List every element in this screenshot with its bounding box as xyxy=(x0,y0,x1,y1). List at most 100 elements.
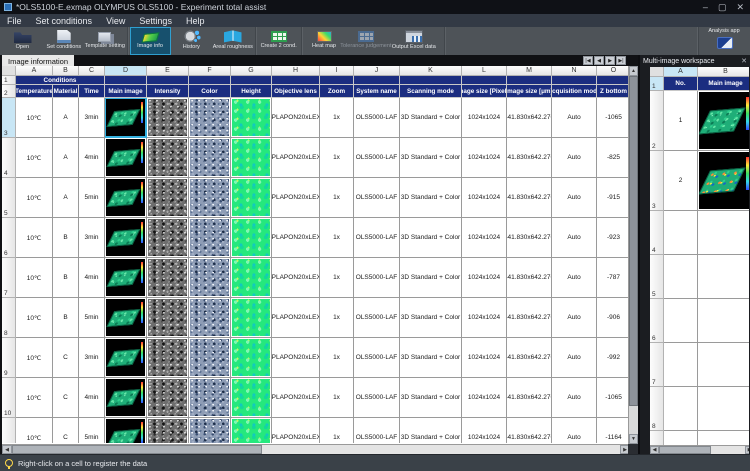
cell-height-thumbnail[interactable] xyxy=(231,378,272,418)
nav-first-button[interactable]: |◀ xyxy=(583,56,593,65)
ws-empty-cell[interactable] xyxy=(664,299,698,343)
ws-empty-cell[interactable] xyxy=(664,343,698,387)
ws-scroll-right-icon[interactable]: ▶ xyxy=(745,446,749,454)
cell-height-thumbnail[interactable] xyxy=(231,218,272,258)
cell-height-thumbnail[interactable] xyxy=(231,258,272,298)
cell-system-name[interactable]: OLS5000-LAF xyxy=(354,418,400,443)
cell-material[interactable]: C xyxy=(53,418,79,443)
cell-height-thumbnail[interactable] xyxy=(231,178,272,218)
horizontal-scroll-thumb[interactable] xyxy=(12,445,262,454)
cell-acquisition-mode[interactable]: Auto xyxy=(552,418,597,443)
row-header-1[interactable]: 1 xyxy=(2,76,16,85)
cell-scanning-mode[interactable]: 3D Standard + Color xyxy=(400,218,462,258)
cell-material[interactable]: B xyxy=(53,298,79,338)
cell-scanning-mode[interactable]: 3D Standard + Color xyxy=(400,298,462,338)
cell-height-thumbnail[interactable] xyxy=(231,338,272,378)
cell-temperature[interactable]: 10℃ xyxy=(16,98,53,138)
select-all-corner[interactable] xyxy=(2,66,16,76)
ws-row-header-6[interactable]: 6 xyxy=(650,299,664,343)
cell-z-bottom[interactable]: -992 xyxy=(597,338,631,378)
column-letter-I[interactable]: I xyxy=(320,66,354,76)
cell-intensity-thumbnail[interactable] xyxy=(147,338,189,378)
cell-intensity-thumbnail[interactable] xyxy=(147,98,189,138)
cell-scanning-mode[interactable]: 3D Standard + Color xyxy=(400,178,462,218)
cell-color-thumbnail[interactable] xyxy=(189,178,231,218)
cell-temperature[interactable]: 10℃ xyxy=(16,178,53,218)
menu-help[interactable]: Help xyxy=(179,14,212,27)
column-letter-O[interactable]: O xyxy=(597,66,631,76)
ws-empty-cell[interactable] xyxy=(698,211,749,255)
ws-row-header-8[interactable]: 8 xyxy=(650,387,664,431)
row-header-10[interactable]: 10 xyxy=(2,378,16,418)
cell-time[interactable]: 4min xyxy=(79,258,105,298)
cell-material[interactable]: C xyxy=(53,378,79,418)
cell-scanning-mode[interactable]: 3D Standard + Color xyxy=(400,138,462,178)
cell-main-image-thumbnail[interactable] xyxy=(105,178,147,218)
cell-time[interactable]: 3min xyxy=(79,218,105,258)
cell-intensity-thumbnail[interactable] xyxy=(147,258,189,298)
cell-z-bottom[interactable]: -915 xyxy=(597,178,631,218)
ws-empty-cell[interactable] xyxy=(698,255,749,299)
row-header-8[interactable]: 8 xyxy=(2,298,16,338)
cell-scanning-mode[interactable]: 3D Standard + Color xyxy=(400,98,462,138)
cell-image-size-um[interactable]: 641.830x642.276 xyxy=(507,218,552,258)
cell-image-size-um[interactable]: 641.830x642.276 xyxy=(507,418,552,443)
cell-intensity-thumbnail[interactable] xyxy=(147,178,189,218)
cell-acquisition-mode[interactable]: Auto xyxy=(552,138,597,178)
ws-select-all-corner[interactable] xyxy=(650,67,664,77)
cell-temperature[interactable]: 10℃ xyxy=(16,338,53,378)
cell-objective-lens[interactable]: MPLAPON20xLEXT xyxy=(272,138,320,178)
cell-z-bottom[interactable]: -923 xyxy=(597,218,631,258)
cell-height-thumbnail[interactable] xyxy=(231,298,272,338)
ws-scroll-left-icon[interactable]: ◀ xyxy=(650,446,659,454)
ws-cell-main-image-thumbnail[interactable] xyxy=(698,151,749,211)
cell-acquisition-mode[interactable]: Auto xyxy=(552,258,597,298)
heat-map-button[interactable]: Heat map xyxy=(304,27,345,55)
column-letter-E[interactable]: E xyxy=(147,66,189,76)
row-header-3[interactable]: 3 xyxy=(2,98,16,138)
cell-z-bottom[interactable]: -1065 xyxy=(597,378,631,418)
column-letter-G[interactable]: G xyxy=(231,66,272,76)
cell-intensity-thumbnail[interactable] xyxy=(147,298,189,338)
ws-row-header-7[interactable]: 7 xyxy=(650,343,664,387)
cell-image-size-um[interactable]: 641.830x642.276 xyxy=(507,178,552,218)
cell-image-size-pixels[interactable]: 1024x1024 xyxy=(462,338,507,378)
ws-empty-cell[interactable] xyxy=(698,299,749,343)
ws-row-header-1[interactable]: 1 xyxy=(650,77,664,91)
cell-zoom[interactable]: 1x xyxy=(320,378,354,418)
cell-color-thumbnail[interactable] xyxy=(189,98,231,138)
create-2-cond-button[interactable]: Create 2 cond. xyxy=(258,27,299,55)
column-letter-J[interactable]: J xyxy=(354,66,400,76)
cell-image-size-pixels[interactable]: 1024x1024 xyxy=(462,258,507,298)
cell-system-name[interactable]: OLS5000-LAF xyxy=(354,258,400,298)
cell-system-name[interactable]: OLS5000-LAF xyxy=(354,178,400,218)
column-letter-C[interactable]: C xyxy=(79,66,105,76)
ws-horizontal-scroll-thumb[interactable] xyxy=(659,446,711,454)
horizontal-scrollbar[interactable]: ◀ ▶ xyxy=(2,444,630,454)
cell-acquisition-mode[interactable]: Auto xyxy=(552,298,597,338)
cell-image-size-pixels[interactable]: 1024x1024 xyxy=(462,98,507,138)
history-button[interactable]: History xyxy=(171,27,212,55)
cell-intensity-thumbnail[interactable] xyxy=(147,378,189,418)
cell-acquisition-mode[interactable]: Auto xyxy=(552,218,597,258)
column-letter-F[interactable]: F xyxy=(189,66,231,76)
cell-scanning-mode[interactable]: 3D Standard + Color xyxy=(400,418,462,443)
cell-zoom[interactable]: 1x xyxy=(320,338,354,378)
cell-image-size-um[interactable]: 641.830x642.276 xyxy=(507,338,552,378)
column-letter-A[interactable]: A xyxy=(16,66,53,76)
cell-acquisition-mode[interactable]: Auto xyxy=(552,338,597,378)
vertical-scrollbar[interactable]: ▲ ▼ xyxy=(628,66,638,444)
cell-main-image-thumbnail[interactable] xyxy=(105,298,147,338)
cell-color-thumbnail[interactable] xyxy=(189,338,231,378)
cell-color-thumbnail[interactable] xyxy=(189,258,231,298)
cell-material[interactable]: C xyxy=(53,338,79,378)
analysis-app-icon[interactable] xyxy=(717,37,733,49)
ws-column-letter-A[interactable]: A xyxy=(664,67,698,77)
cell-objective-lens[interactable]: MPLAPON20xLEXT xyxy=(272,258,320,298)
cell-color-thumbnail[interactable] xyxy=(189,138,231,178)
ws-row-header-4[interactable]: 4 xyxy=(650,211,664,255)
cell-image-size-um[interactable]: 641.830x642.276 xyxy=(507,98,552,138)
workspace-horizontal-scrollbar[interactable]: ◀ ▶ xyxy=(650,445,749,454)
set-conditions-button[interactable]: Set conditions xyxy=(43,27,84,55)
scroll-left-icon[interactable]: ◀ xyxy=(2,445,12,454)
